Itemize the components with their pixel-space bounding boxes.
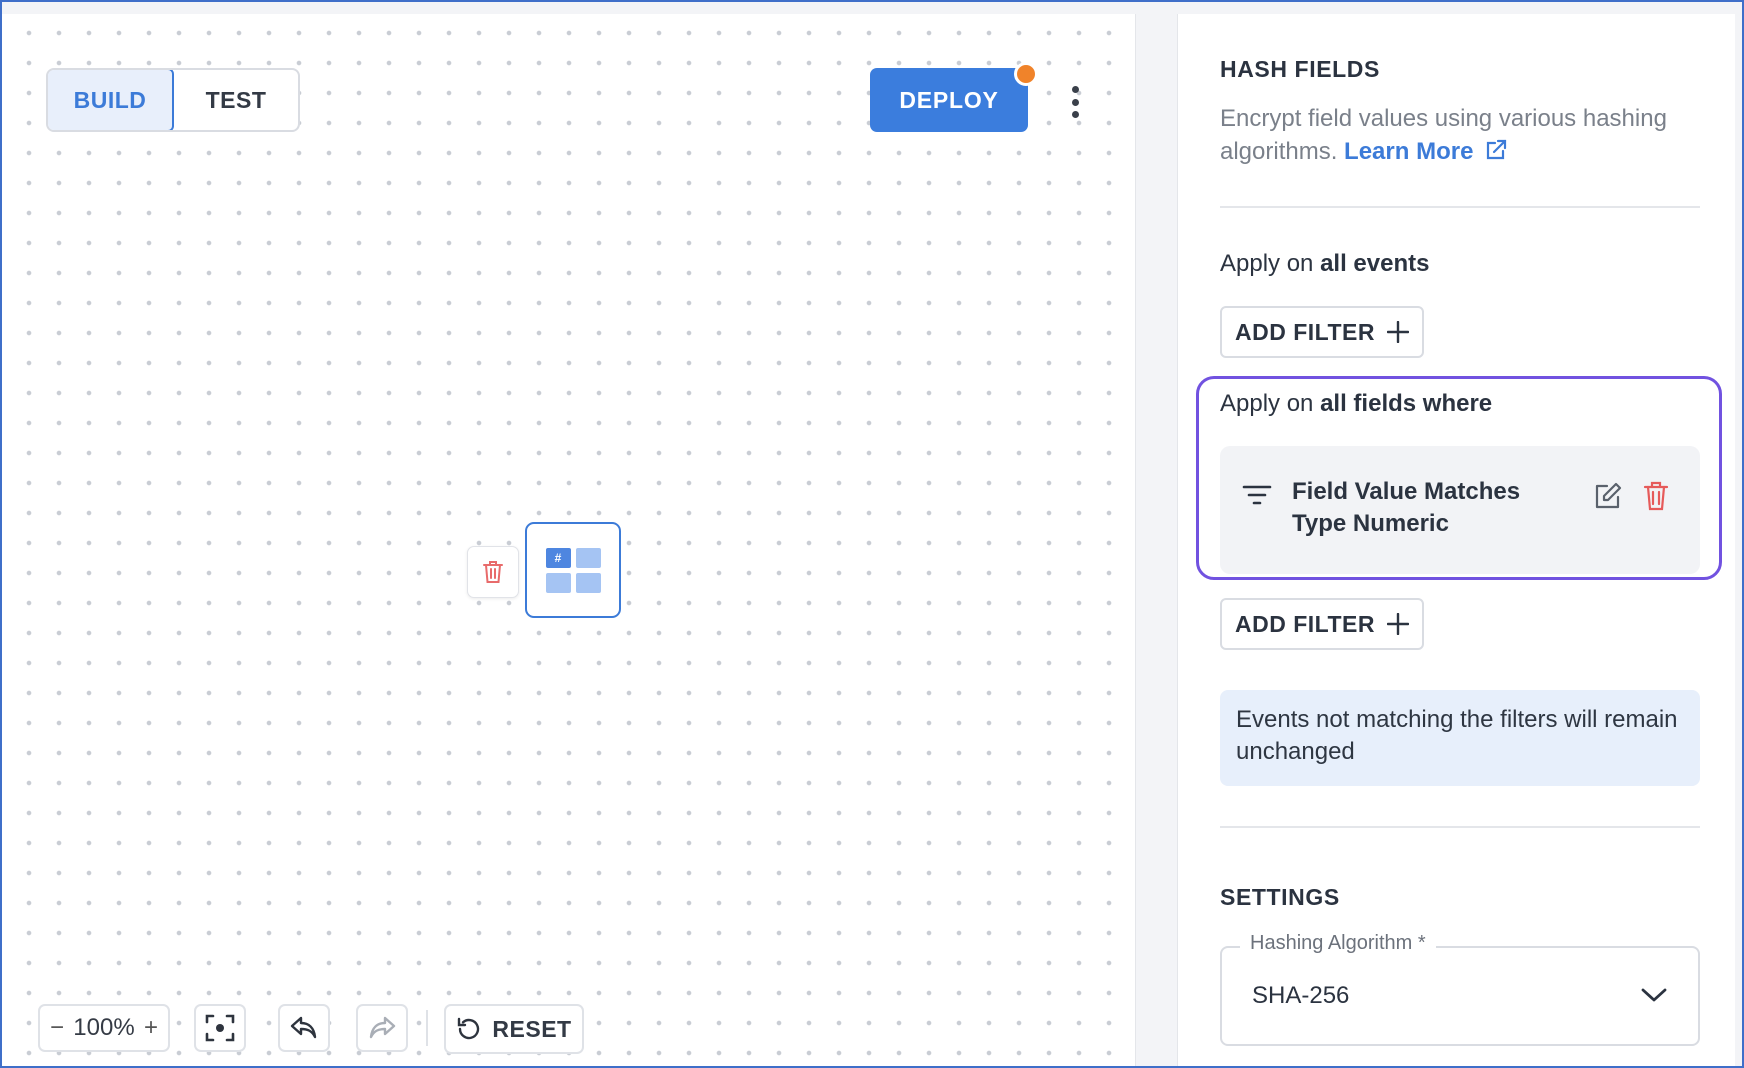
zoom-level: 100% bbox=[73, 1014, 135, 1041]
reset-button[interactable]: RESET bbox=[444, 1004, 584, 1054]
external-link-icon bbox=[1486, 139, 1507, 160]
field-filter-card: Field Value Matches Type Numeric bbox=[1220, 446, 1700, 574]
plus-icon bbox=[1387, 613, 1409, 635]
filter-lines-icon bbox=[1242, 485, 1272, 505]
redo-icon bbox=[369, 1016, 396, 1039]
learn-more-link[interactable]: Learn More bbox=[1344, 138, 1508, 165]
zoom-out-button[interactable]: − bbox=[50, 1014, 64, 1042]
three-dots-vertical-icon bbox=[1071, 86, 1079, 93]
apply-events-label: Apply on all events bbox=[1220, 250, 1430, 277]
tab-build[interactable]: BUILD bbox=[48, 70, 174, 130]
deploy-button[interactable]: DEPLOY bbox=[870, 62, 1038, 132]
edit-filter-button[interactable] bbox=[1590, 478, 1626, 514]
delete-filter-button[interactable] bbox=[1638, 478, 1674, 514]
zoom-in-button[interactable]: + bbox=[144, 1014, 158, 1042]
divider bbox=[1220, 826, 1700, 828]
apply-fields-label: Apply on all fields where bbox=[1220, 390, 1493, 417]
hash-fields-panel: HASH FIELDS Encrypt field values using v… bbox=[1177, 14, 1735, 1068]
tab-test[interactable]: TEST bbox=[174, 70, 298, 130]
filter-description: Field Value Matches Type Numeric bbox=[1292, 478, 1521, 537]
node-delete-button[interactable] bbox=[467, 546, 519, 598]
add-event-filter-button[interactable]: ADD FILTER bbox=[1220, 306, 1424, 358]
hash-grid-node-icon: # bbox=[545, 547, 601, 593]
plus-icon bbox=[1387, 321, 1409, 343]
reset-icon bbox=[458, 1017, 480, 1040]
divider bbox=[1220, 206, 1700, 208]
edit-icon bbox=[1595, 482, 1622, 509]
mode-toggle: BUILD TEST bbox=[46, 68, 300, 132]
hash-fields-node[interactable]: # bbox=[525, 522, 621, 618]
redo-button[interactable] bbox=[356, 1004, 408, 1052]
hashing-algorithm-value: SHA-256 bbox=[1252, 982, 1350, 1009]
undo-button[interactable] bbox=[278, 1004, 330, 1052]
fit-to-screen-icon bbox=[205, 1014, 235, 1042]
panel-title: HASH FIELDS bbox=[1220, 56, 1380, 82]
chevron-down-icon bbox=[1641, 988, 1667, 1002]
deploy-button-label: DEPLOY bbox=[899, 86, 999, 113]
trash-icon bbox=[1643, 481, 1669, 511]
trash-icon bbox=[483, 561, 503, 583]
panel-description: Encrypt field values using various hashi… bbox=[1220, 105, 1667, 165]
settings-title: SETTINGS bbox=[1220, 884, 1340, 910]
toolbar-divider bbox=[426, 1010, 428, 1046]
undo-icon bbox=[290, 1016, 317, 1039]
reset-button-label: RESET bbox=[492, 1015, 572, 1042]
zoom-control: − 100% + bbox=[38, 1004, 170, 1052]
info-notice: Events not matching the filters will rem… bbox=[1220, 690, 1700, 786]
pipeline-canvas[interactable]: BUILD TEST DEPLOY # − 100% + RESET bbox=[2, 14, 1136, 1068]
hashing-algorithm-label: Hashing Algorithm * bbox=[1240, 932, 1436, 955]
fit-to-screen-button[interactable] bbox=[194, 1004, 246, 1052]
hashing-algorithm-select[interactable]: Hashing Algorithm * SHA-256 bbox=[1220, 932, 1700, 1046]
add-field-filter-button[interactable]: ADD FILTER bbox=[1220, 598, 1424, 650]
more-options-button[interactable] bbox=[1062, 82, 1088, 122]
deploy-notification-badge bbox=[1014, 62, 1038, 86]
